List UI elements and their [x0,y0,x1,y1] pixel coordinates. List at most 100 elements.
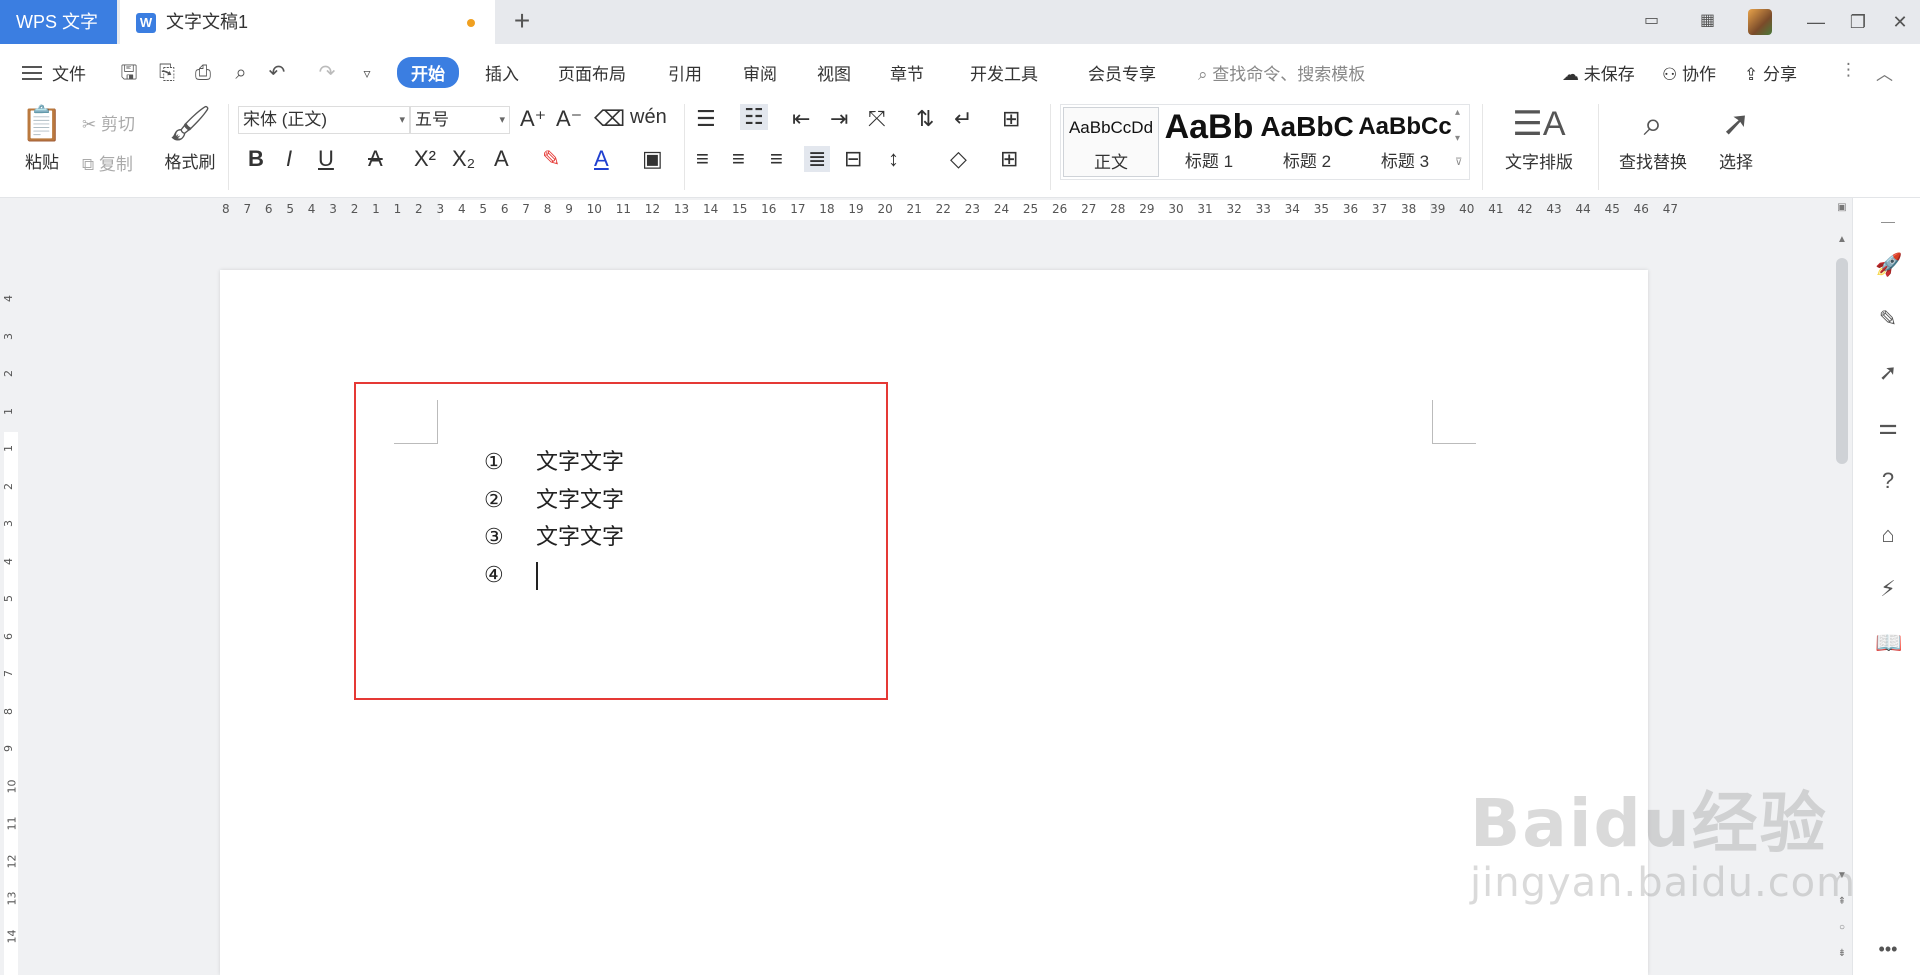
minimize-icon[interactable]: — [1802,8,1830,36]
font-color-icon[interactable]: A [594,146,609,172]
style-heading-3[interactable]: AaBbCc 标题 3 [1357,107,1453,177]
book-search-icon[interactable]: 📖 [1875,630,1902,656]
text-effect-icon[interactable]: A [494,146,509,172]
vertical-ruler-number: 8 [2,707,15,715]
share-button[interactable]: ⇪ 分享 [1744,60,1797,85]
tab-member[interactable]: 会员专享 [1088,60,1156,85]
store-icon[interactable]: ⌂ [1875,522,1901,548]
cut-button[interactable]: ✂ 剪切 [82,110,135,135]
file-menu[interactable]: 文件 [52,60,86,85]
rocket-icon[interactable]: 🚀 [1875,252,1902,278]
font-name-select[interactable]: 宋体 (正文) [238,106,410,134]
align-right-icon[interactable]: ≡ [770,146,783,172]
styles-scroll-down-icon[interactable]: ▾ [1455,133,1460,144]
collapse-ribbon-icon[interactable]: ︿ [1876,60,1893,85]
font-size-select[interactable]: 五号 [410,106,510,134]
align-center-icon[interactable]: ≡ [732,146,745,172]
styles-scroll-up-icon[interactable]: ▴ [1455,107,1460,118]
sidebar-collapse-icon[interactable]: — [1875,208,1901,234]
text-layout-icon: ☰A [1512,105,1566,143]
style-heading-1[interactable]: AaBb 标题 1 [1161,107,1257,177]
styles-gallery: AaBbCcDd 正文 AaBb 标题 1 AaBbC 标题 2 AaBbCc … [1060,104,1470,180]
print-icon[interactable]: ⎙ [192,62,214,84]
format-painter-button[interactable]: 🖌 格式刷 [160,104,220,173]
tab-insert[interactable]: 插入 [485,60,519,85]
menu-icon[interactable] [22,66,42,80]
chinese-layout-icon[interactable]: ⤧ [868,106,886,132]
scrollbar-settings-icon[interactable]: ▣ [1836,202,1848,213]
tab-review[interactable]: 审阅 [743,60,777,85]
apps-grid-icon[interactable]: ▦ [1700,10,1715,34]
save-as-icon[interactable]: ⎘ [156,62,178,84]
text-layout-button[interactable]: ☰A 文字排版 [1494,104,1584,173]
bullet-list-icon[interactable]: ☰ [696,106,716,132]
page-view-icon[interactable]: ▭ [1644,10,1659,34]
tab-page-layout[interactable]: 页面布局 [558,60,626,85]
tab-home[interactable]: 开始 [397,57,459,88]
next-page-icon[interactable]: ⇟ [1836,948,1848,959]
line-spacing-icon[interactable]: ↕ [888,146,899,172]
command-search[interactable]: ⌕ 查找命令、搜索模板 [1198,60,1365,85]
restore-icon[interactable]: ❐ [1844,8,1872,36]
lightning-icon[interactable]: ⚡ [1875,576,1901,602]
sort-icon[interactable]: ⇅ [916,106,934,132]
avatar[interactable] [1748,9,1772,35]
more-options-icon[interactable]: ••• [1875,936,1901,962]
tab-view[interactable]: 视图 [817,60,851,85]
select-browse-icon[interactable]: ○ [1836,922,1848,933]
pointer-icon[interactable]: ➚ [1875,360,1901,386]
shrink-font-icon[interactable]: A⁻ [556,106,582,132]
print-preview-icon[interactable]: ⌕ [230,62,252,84]
borders-icon[interactable]: ⊞ [1000,146,1018,172]
new-tab-button[interactable]: + [507,0,537,44]
undo-icon[interactable]: ↶ [266,62,288,84]
sliders-icon[interactable]: ⚌ [1875,414,1901,440]
justify-icon[interactable]: ≣ [804,146,831,172]
redo-icon[interactable]: ↷ [316,62,338,84]
bold-icon[interactable]: B [248,146,264,172]
style-heading-2[interactable]: AaBbC 标题 2 [1259,107,1355,177]
align-left-icon[interactable]: ≡ [696,146,709,172]
vertical-ruler-number: 2 [2,370,15,377]
char-border-icon[interactable]: ▣ [642,146,663,172]
document-tab[interactable]: W 文字文稿1 [120,0,495,44]
clear-format-icon[interactable]: ⌫ [594,106,625,132]
superscript-icon[interactable]: X² [414,146,436,172]
scrollbar-thumb[interactable] [1836,258,1848,464]
subscript-icon[interactable]: X₂ [452,146,475,172]
tab-chapter[interactable]: 章节 [890,60,924,85]
more-icon[interactable]: ⋮ [1840,60,1857,80]
styles-expand-icon[interactable]: ⊽ [1455,157,1462,168]
paste-button[interactable]: 📋 粘贴 [16,104,68,173]
tab-references[interactable]: 引用 [668,60,702,85]
underline-icon[interactable]: U [318,146,334,172]
select-button[interactable]: ➚ 选择 [1706,104,1766,173]
help-icon[interactable]: ? [1875,468,1901,494]
find-replace-button[interactable]: ⌕ 查找替换 [1610,104,1696,173]
copy-button[interactable]: ⧉ 复制 [82,150,133,175]
style-normal[interactable]: AaBbCcDd 正文 [1063,107,1159,177]
shading-icon[interactable]: ◇ [950,146,967,172]
unsaved-button[interactable]: ☁ 未保存 [1562,60,1635,85]
scroll-up-icon[interactable]: ▲ [1836,234,1848,245]
quick-access-dropdown-icon[interactable]: ▿ [356,62,378,84]
distribute-icon[interactable]: ⊟ [844,146,862,172]
table-ruler-icon[interactable]: ⊞ [1002,106,1020,132]
italic-icon[interactable]: I [286,146,292,172]
collab-button[interactable]: ⚇ 协作 [1662,60,1716,85]
pinyin-icon[interactable]: wén [630,106,667,129]
highlight-icon[interactable]: ✎ [542,146,560,172]
show-marks-icon[interactable]: ↵ [954,106,972,132]
app-tab[interactable]: WPS 文字 [0,0,117,44]
style-label: 标题 3 [1380,152,1430,171]
decrease-indent-icon[interactable]: ⇤ [792,106,810,132]
pen-icon[interactable]: ✎ [1875,306,1901,332]
tab-developer[interactable]: 开发工具 [970,60,1038,85]
horizontal-ruler[interactable]: 8 7 6 5 4 3 2 1 1 2 3 4 5 6 7 8 9 10 11 … [0,198,1920,222]
close-icon[interactable]: ✕ [1886,8,1914,36]
increase-indent-icon[interactable]: ⇥ [830,106,848,132]
grow-font-icon[interactable]: A⁺ [520,106,546,132]
strikethrough-icon[interactable]: A [368,146,383,172]
numbered-list-icon[interactable]: ☷ [740,104,768,130]
save-icon[interactable]: 🖫 [118,62,140,84]
